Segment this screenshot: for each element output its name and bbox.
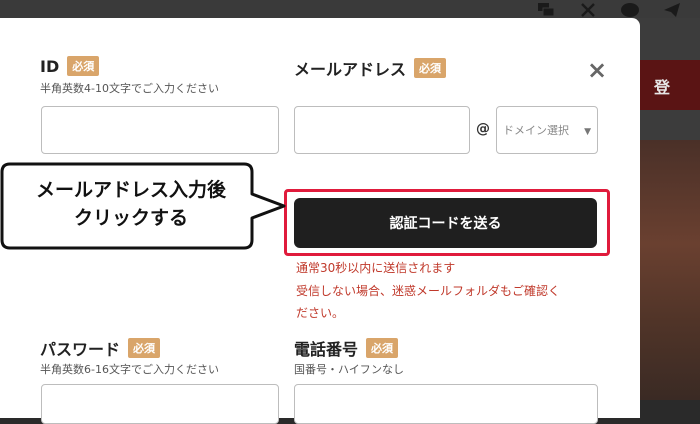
email-label: メールアドレス — [294, 60, 407, 79]
id-label-row: ID 必須 — [40, 56, 100, 76]
callout-line1: メールアドレス入力後 — [35, 179, 226, 201]
phone-input[interactable] — [294, 384, 598, 424]
phone-label: 電話番号 — [294, 340, 359, 359]
background-register-label: 登 — [654, 78, 671, 97]
email-domain-select[interactable]: ドメイン選択 ▼ — [496, 106, 598, 154]
email-required-badge: 必須 — [414, 58, 447, 78]
chat-icon[interactable] — [536, 1, 556, 19]
email-local-input[interactable] — [294, 106, 470, 154]
email-domain-placeholder: ドメイン選択 — [503, 124, 569, 137]
password-required-badge: 必須 — [128, 338, 161, 358]
id-hint: 半角英数4-10文字でご入力ください — [40, 82, 219, 95]
at-sign: @ — [476, 121, 490, 137]
send-code-button[interactable]: 認証コードを送る — [294, 198, 597, 248]
line-icon[interactable] — [620, 1, 640, 19]
id-input[interactable] — [41, 106, 279, 154]
id-required-badge: 必須 — [67, 56, 100, 76]
telegram-icon[interactable] — [662, 1, 682, 19]
callout-text: メールアドレス入力後 クリックする — [12, 176, 250, 232]
phone-hint: 国番号・ハイフンなし — [294, 363, 404, 376]
notice-line2: 受信しない場合、迷惑メールフォルダもご確認く — [296, 284, 561, 298]
password-hint: 半角英数6-16文字でご入力ください — [40, 363, 219, 376]
id-label: ID — [40, 56, 60, 76]
background-photo — [640, 140, 700, 400]
phone-label-row: 電話番号 必須 — [294, 336, 399, 360]
password-label: パスワード — [40, 340, 121, 359]
close-icon[interactable]: × — [586, 58, 608, 82]
x-icon[interactable] — [578, 1, 598, 19]
email-label-row: メールアドレス 必須 — [294, 56, 447, 80]
background-register-button: 登 — [640, 60, 700, 110]
social-icons — [536, 0, 682, 20]
notice-line1: 通常30秒以内に送信されます — [296, 261, 456, 275]
password-input[interactable] — [41, 384, 279, 424]
notice-line3: ださい。 — [296, 306, 345, 320]
phone-required-badge: 必須 — [366, 338, 399, 358]
password-label-row: パスワード 必須 — [40, 336, 161, 360]
callout-line2: クリックする — [73, 207, 188, 229]
chevron-down-icon: ▼ — [584, 127, 591, 137]
